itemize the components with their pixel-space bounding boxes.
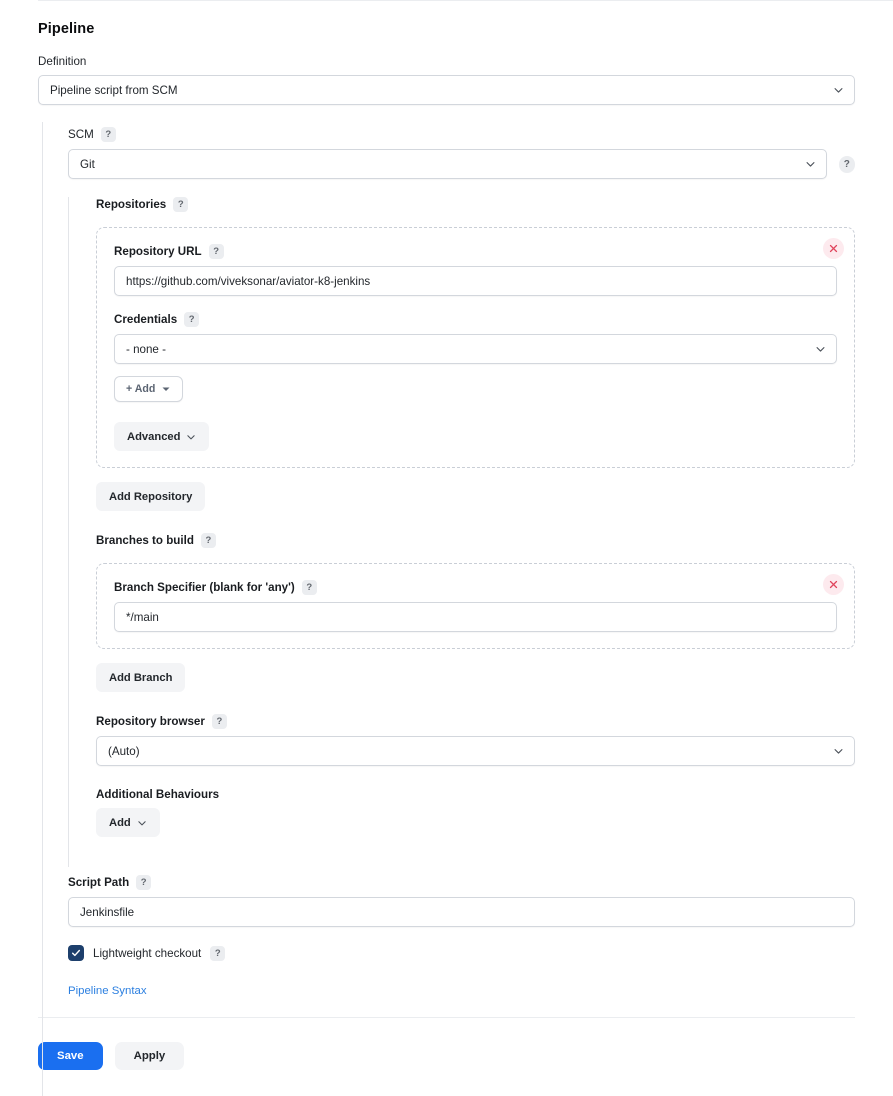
- definition-select[interactable]: Pipeline script from SCM: [38, 75, 855, 105]
- repository-browser-label-text: Repository browser: [96, 715, 205, 728]
- close-x-icon: [829, 580, 838, 589]
- add-behaviour-label: Add: [109, 816, 131, 829]
- remove-repository-button[interactable]: [823, 238, 844, 259]
- lightweight-checkout-label: Lightweight checkout: [93, 946, 202, 960]
- page-title: Pipeline: [38, 21, 95, 37]
- branch-specifier-label-text: Branch Specifier (blank for 'any'): [114, 581, 295, 594]
- close-x-icon: [829, 244, 838, 253]
- add-repository-label: Add Repository: [109, 490, 193, 503]
- advanced-label: Advanced: [127, 430, 181, 443]
- pipeline-syntax-link[interactable]: Pipeline Syntax: [68, 985, 147, 997]
- add-credentials-button[interactable]: + Add: [114, 376, 184, 402]
- apply-button[interactable]: Apply: [114, 1042, 185, 1070]
- help-icon[interactable]: ?: [136, 875, 152, 890]
- repository-url-label: Repository URL ?: [114, 244, 837, 259]
- branches-to-build-label: Branches to build ?: [96, 533, 855, 548]
- caret-down-icon: [161, 384, 171, 394]
- help-icon[interactable]: ?: [211, 714, 227, 729]
- scm-select-wrapper: Git: [68, 149, 827, 179]
- help-icon[interactable]: ?: [200, 533, 216, 548]
- scm-select[interactable]: Git: [68, 149, 827, 179]
- credentials-label: Credentials ?: [114, 312, 837, 327]
- scm-help-icon[interactable]: ?: [838, 155, 855, 173]
- scm-select-row: Git ?: [68, 149, 855, 179]
- add-behaviour-button[interactable]: Add: [96, 808, 160, 837]
- repository-url-input[interactable]: [114, 266, 837, 296]
- scm-label: SCM ?: [68, 127, 855, 142]
- advanced-button[interactable]: Advanced: [114, 422, 210, 451]
- additional-behaviours-label: Additional Behaviours: [96, 788, 855, 801]
- script-path-input[interactable]: [68, 897, 855, 927]
- script-path-label: Script Path ?: [68, 875, 855, 890]
- help-icon[interactable]: ?: [301, 580, 317, 595]
- add-branch-button[interactable]: Add Branch: [96, 663, 186, 692]
- remove-branch-button[interactable]: [823, 574, 844, 595]
- definition-label: Definition: [38, 55, 855, 68]
- definition-field-group: Definition Pipeline script from SCM: [38, 55, 855, 105]
- pipeline-config-page: Pipeline Definition Pipeline script from…: [0, 0, 893, 1096]
- help-icon[interactable]: ?: [100, 127, 116, 142]
- help-icon[interactable]: ?: [173, 197, 189, 212]
- credentials-label-text: Credentials: [114, 313, 178, 326]
- lightweight-checkout-row: Lightweight checkout ?: [68, 945, 855, 961]
- branch-block: Branch Specifier (blank for 'any') ?: [96, 563, 855, 649]
- repositories-label-text: Repositories: [96, 198, 167, 211]
- repository-browser-label: Repository browser ?: [96, 714, 855, 729]
- branch-specifier-input[interactable]: [114, 602, 837, 632]
- repositories-label: Repositories ?: [96, 197, 855, 212]
- repository-url-label-text: Repository URL: [114, 245, 202, 258]
- scm-section: SCM ? Git ? Repositories ? Repository UR…: [38, 127, 855, 999]
- repository-block: Repository URL ? Credentials ? - none -: [96, 227, 855, 468]
- checkmark-icon: [71, 949, 81, 957]
- add-credentials-label: + Add: [126, 383, 156, 395]
- script-path-label-text: Script Path: [68, 876, 130, 889]
- repository-browser-select-wrapper: (Auto): [96, 736, 855, 766]
- form-actions: Save Apply: [38, 1018, 855, 1070]
- lightweight-checkout-checkbox[interactable]: [68, 945, 84, 961]
- chevron-down-icon: [186, 432, 196, 442]
- add-branch-label: Add Branch: [109, 671, 173, 684]
- add-repository-button[interactable]: Add Repository: [96, 482, 206, 511]
- chevron-down-icon: [137, 818, 147, 828]
- branches-to-build-label-text: Branches to build: [96, 534, 194, 547]
- save-button[interactable]: Save: [38, 1042, 103, 1070]
- help-icon[interactable]: ?: [208, 244, 224, 259]
- additional-behaviours-label-text: Additional Behaviours: [96, 788, 220, 801]
- git-config-section: Repositories ? Repository URL ? Credenti…: [68, 197, 855, 867]
- repository-browser-select[interactable]: (Auto): [96, 736, 855, 766]
- help-icon[interactable]: ?: [184, 312, 200, 327]
- credentials-select[interactable]: - none -: [114, 334, 837, 364]
- branch-specifier-label: Branch Specifier (blank for 'any') ?: [114, 580, 837, 595]
- definition-label-text: Definition: [38, 55, 87, 68]
- definition-select-wrapper: Pipeline script from SCM: [38, 75, 855, 105]
- help-icon[interactable]: ?: [210, 945, 226, 961]
- scm-label-text: SCM: [68, 128, 94, 141]
- credentials-select-wrapper: - none -: [114, 334, 837, 364]
